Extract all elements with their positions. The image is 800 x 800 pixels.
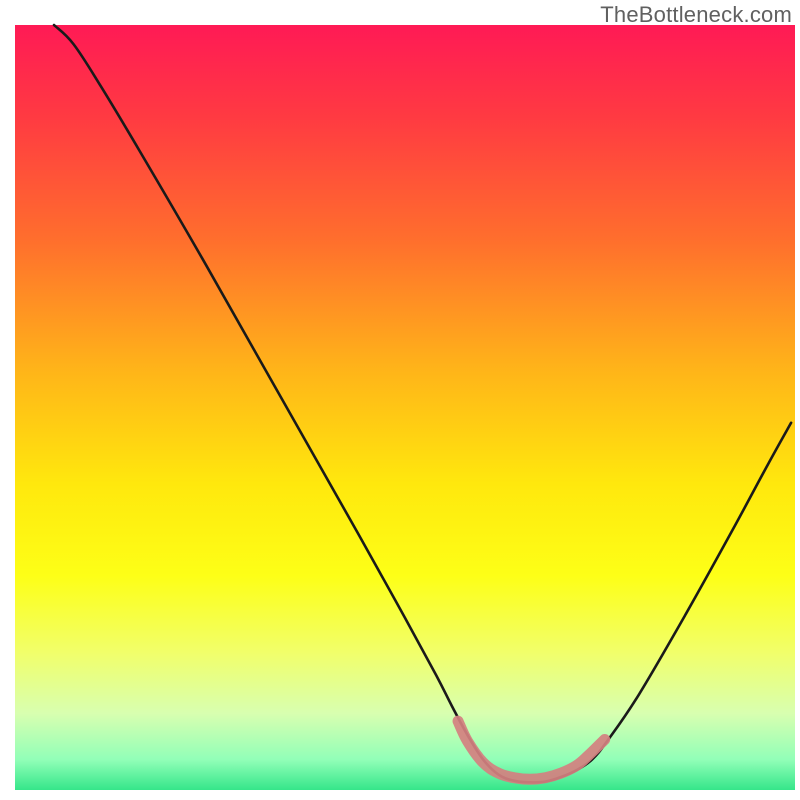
chart-svg <box>0 0 800 800</box>
chart-container: TheBottleneck.com <box>0 0 800 800</box>
watermark-text: TheBottleneck.com <box>600 2 792 28</box>
